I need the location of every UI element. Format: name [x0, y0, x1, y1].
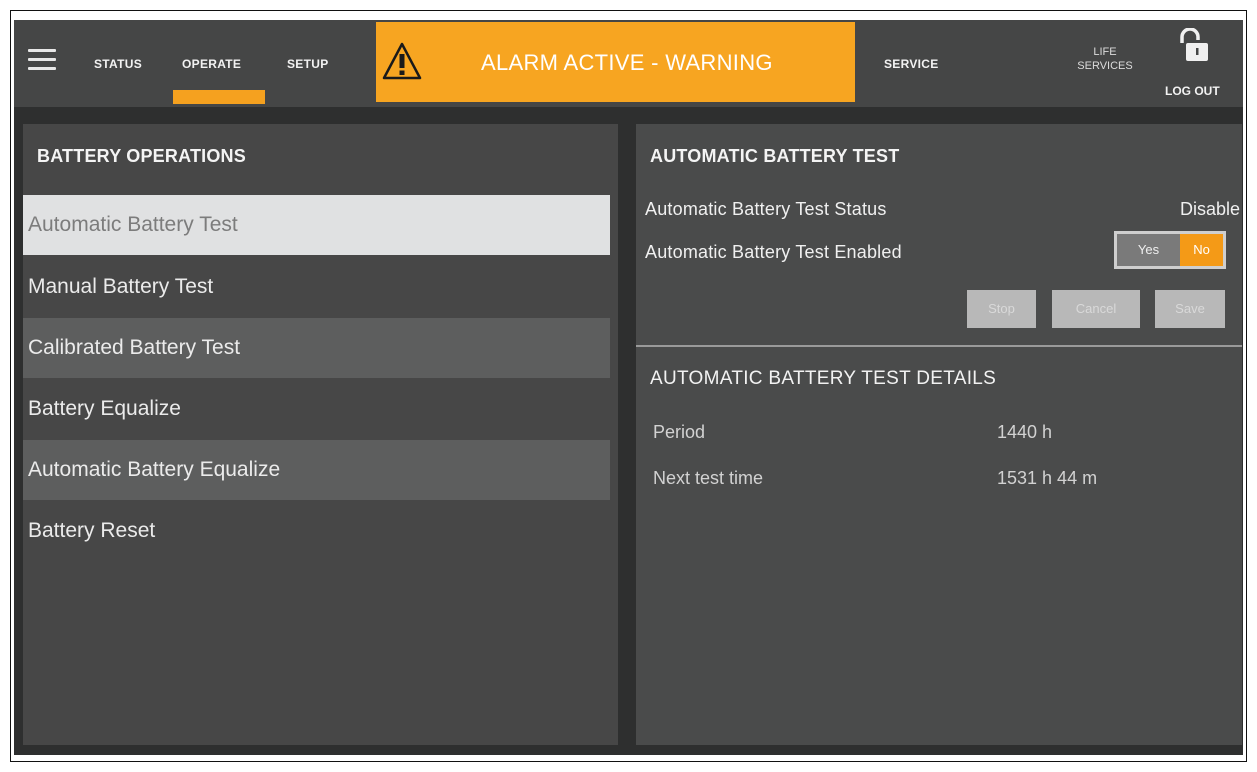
battery-operations-title: BATTERY OPERATIONS: [37, 146, 246, 166]
toggle-no[interactable]: No: [1180, 234, 1223, 266]
list-item-battery-reset[interactable]: Battery Reset: [23, 501, 610, 561]
list-item-manual-battery-test[interactable]: Manual Battery Test: [23, 257, 610, 317]
toggle-yes[interactable]: Yes: [1117, 234, 1180, 266]
automatic-battery-test-panel: AUTOMATIC BATTERY TEST Automatic Battery…: [636, 124, 1242, 745]
save-button[interactable]: Save: [1155, 290, 1225, 328]
top-nav-bar: STATUS OPERATE SETUP ALARM ACTIVE - WARN…: [14, 20, 1243, 107]
enabled-toggle[interactable]: Yes No: [1114, 231, 1226, 269]
alarm-text: ALARM ACTIVE - WARNING: [481, 50, 773, 75]
list-item-automatic-battery-equalize[interactable]: Automatic Battery Equalize: [23, 440, 610, 500]
list-item-automatic-battery-test[interactable]: Automatic Battery Test: [23, 195, 610, 255]
cancel-button[interactable]: Cancel: [1052, 290, 1140, 328]
automatic-battery-test-title: AUTOMATIC BATTERY TEST: [650, 146, 900, 166]
status-value: Disable: [1179, 199, 1240, 219]
list-item-battery-equalize[interactable]: Battery Equalize: [23, 379, 610, 439]
nav-service[interactable]: SERVICE: [884, 57, 939, 71]
stop-button[interactable]: Stop: [967, 290, 1036, 328]
hamburger-menu-icon[interactable]: [28, 49, 56, 71]
alarm-banner[interactable]: ALARM ACTIVE - WARNING: [376, 22, 855, 102]
battery-operations-panel: BATTERY OPERATIONS Automatic Battery Tes…: [23, 124, 618, 745]
nav-setup[interactable]: SETUP: [287, 57, 329, 71]
detail-value-next-test-time: 1531 h 44 m: [997, 468, 1098, 488]
detail-label-period: Period: [653, 422, 706, 442]
unlocked-padlock-icon: [1180, 28, 1208, 61]
divider: [636, 345, 1242, 347]
device-screen: STATUS OPERATE SETUP ALARM ACTIVE - WARN…: [14, 20, 1243, 755]
warning-icon: [382, 42, 422, 80]
detail-value-period: 1440 h: [997, 422, 1053, 442]
nav-operate[interactable]: OPERATE: [182, 57, 241, 71]
nav-life-services[interactable]: LIFE SERVICES: [1070, 45, 1140, 73]
active-tab-indicator: [173, 90, 265, 104]
logout-button[interactable]: LOG OUT: [1159, 26, 1229, 98]
logout-label: LOG OUT: [1165, 84, 1220, 98]
list-item-calibrated-battery-test[interactable]: Calibrated Battery Test: [23, 318, 610, 378]
detail-label-next-test-time: Next test time: [653, 468, 764, 488]
life-services-label: LIFE SERVICES: [1077, 46, 1133, 72]
nav-status[interactable]: STATUS: [94, 57, 142, 71]
enabled-label: Automatic Battery Test Enabled: [645, 242, 902, 262]
details-title: AUTOMATIC BATTERY TEST DETAILS: [650, 368, 997, 389]
status-label: Automatic Battery Test Status: [645, 199, 887, 219]
